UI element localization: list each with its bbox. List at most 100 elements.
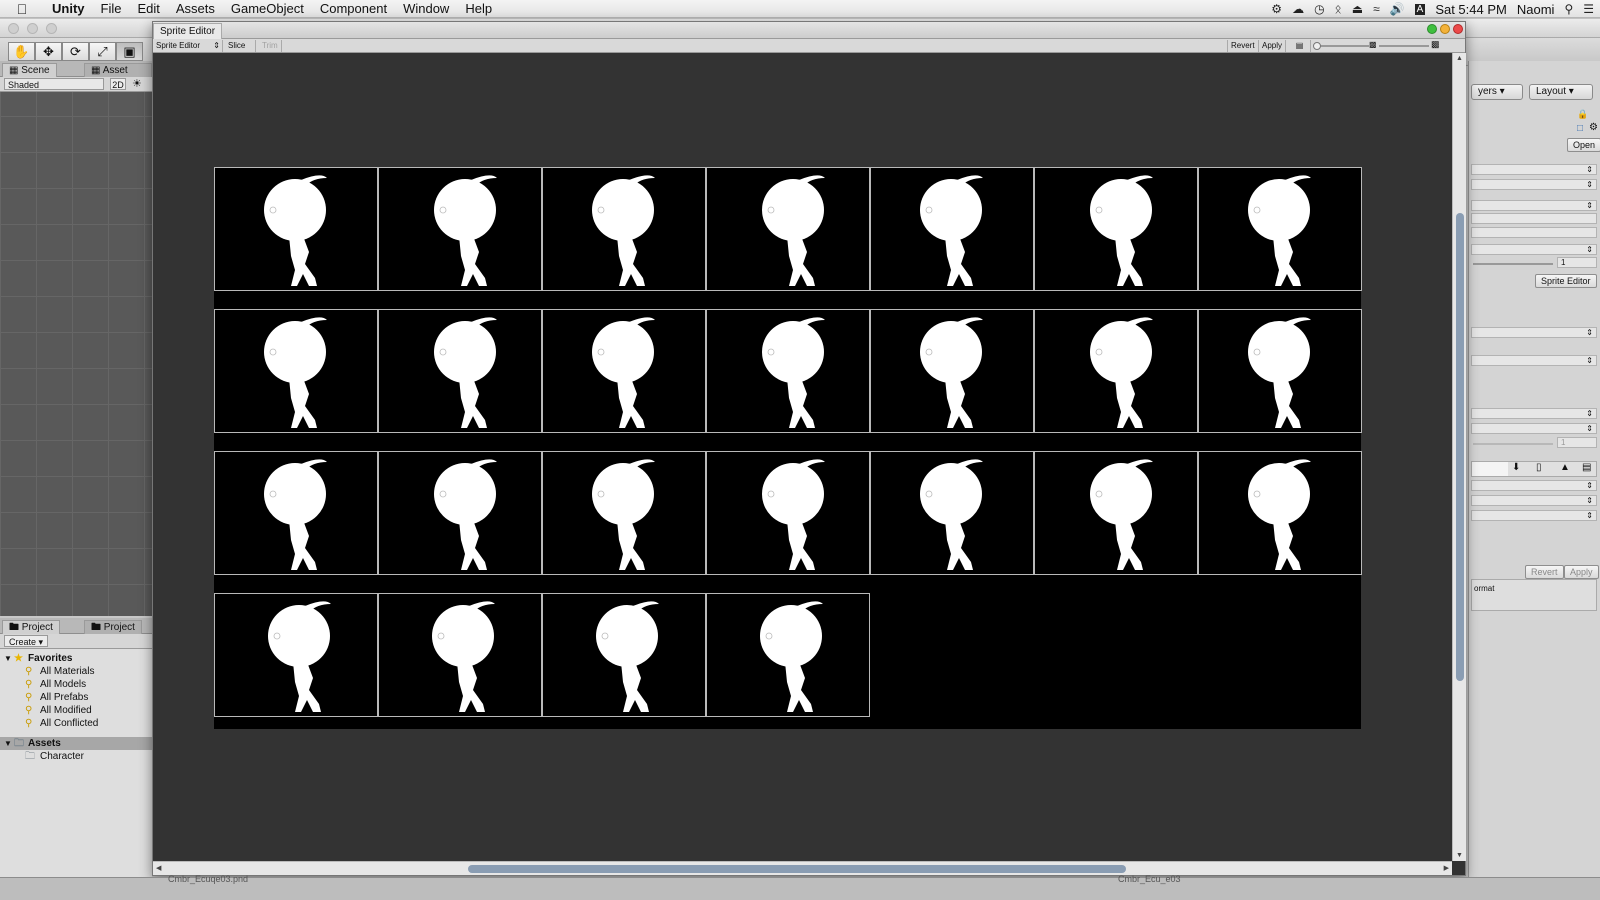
help-icon[interactable]: □ bbox=[1577, 123, 1583, 134]
expand-arrow-icon[interactable]: ▼ bbox=[4, 652, 12, 665]
sprite-frame[interactable] bbox=[378, 309, 542, 433]
move-tool-icon[interactable]: ✥ bbox=[35, 42, 62, 61]
scene-view[interactable] bbox=[0, 92, 152, 616]
vertical-scroll-thumb[interactable] bbox=[1456, 213, 1464, 681]
menu-component[interactable]: Component bbox=[312, 0, 395, 18]
sprite-canvas[interactable] bbox=[153, 53, 1452, 861]
mipmap-icon[interactable]: ▩ bbox=[1369, 40, 1377, 49]
sprite-frame[interactable] bbox=[378, 167, 542, 291]
sprite-frame[interactable] bbox=[1198, 167, 1362, 291]
apply-button[interactable]: Apply bbox=[1564, 565, 1599, 579]
scale-tool-icon[interactable]: ⤢ bbox=[89, 42, 116, 61]
mobile-icon[interactable]: ▯ bbox=[1536, 462, 1542, 473]
menu-window[interactable]: Window bbox=[395, 0, 457, 18]
assets-row[interactable]: ▼ 🗀 Assets bbox=[0, 737, 152, 750]
zoom-button[interactable] bbox=[46, 23, 57, 34]
sprite-frame[interactable] bbox=[1198, 451, 1362, 575]
texture-type-dropdown[interactable]: ⇕ bbox=[1471, 164, 1597, 175]
favorite-item[interactable]: ⚲ All Prefabs bbox=[0, 691, 152, 704]
tab-project[interactable]: 🖿 Project bbox=[2, 620, 60, 634]
tab-project-2[interactable]: 🖿 Project bbox=[84, 620, 142, 634]
zoom-slider-knob[interactable] bbox=[1313, 42, 1321, 50]
menu-assets[interactable]: Assets bbox=[168, 0, 223, 18]
revert-button[interactable]: Revert bbox=[1227, 40, 1259, 52]
slider-track[interactable] bbox=[1473, 263, 1553, 265]
aniso-level-field[interactable]: 1 bbox=[1557, 437, 1597, 448]
horizontal-scroll-thumb[interactable] bbox=[468, 865, 1126, 873]
apple-icon[interactable]:  bbox=[0, 1, 44, 17]
favorite-item[interactable]: ⚲ All Conflicted bbox=[0, 717, 152, 730]
compression-dropdown[interactable]: ⇕ bbox=[1471, 423, 1597, 434]
sprite-frame[interactable] bbox=[706, 167, 870, 291]
menu-app-name[interactable]: Unity bbox=[44, 0, 93, 18]
tab-asset-store[interactable]: ▦ Asset Store bbox=[84, 63, 152, 90]
sprite-frame[interactable] bbox=[1034, 451, 1198, 575]
favorites-row[interactable]: ▼ ★ Favorites bbox=[0, 652, 152, 665]
default-platform-tab[interactable] bbox=[1472, 462, 1508, 476]
sprite-editor-tab[interactable]: Sprite Editor bbox=[153, 23, 223, 39]
close-button[interactable] bbox=[8, 23, 19, 34]
search-icon[interactable]: ⚲ bbox=[1564, 2, 1573, 16]
sprite-frame[interactable] bbox=[542, 167, 706, 291]
bluetooth-icon[interactable]: ᛟ bbox=[1335, 2, 1342, 16]
apply-button[interactable]: Apply bbox=[1259, 40, 1287, 52]
scroll-right-arrow-icon[interactable]: ▶ bbox=[1444, 864, 1449, 872]
sprite-mode-dropdown[interactable]: ⇕ bbox=[1471, 179, 1597, 190]
sprite-frame[interactable] bbox=[542, 593, 706, 717]
vertical-scrollbar[interactable]: ▲ ▼ bbox=[1452, 53, 1466, 861]
menu-help[interactable]: Help bbox=[457, 0, 500, 18]
2d-toggle[interactable]: 2D bbox=[110, 78, 126, 90]
html5-icon[interactable]: ▤ bbox=[1582, 462, 1591, 473]
pivot-dropdown[interactable]: ⇕ bbox=[1471, 244, 1597, 255]
sprite-frame[interactable] bbox=[706, 309, 870, 433]
sprite-frame[interactable] bbox=[870, 167, 1034, 291]
slider-track[interactable] bbox=[1473, 443, 1553, 445]
sprite-frame[interactable] bbox=[1034, 167, 1198, 291]
download-icon[interactable]: ⬇ bbox=[1512, 462, 1520, 473]
menu-list-icon[interactable]: ☰ bbox=[1583, 2, 1594, 16]
menu-gameobject[interactable]: GameObject bbox=[223, 0, 312, 18]
close-button[interactable] bbox=[1453, 24, 1463, 34]
open-button[interactable]: Open bbox=[1567, 138, 1600, 152]
sprite-frame[interactable] bbox=[214, 167, 378, 291]
slice-dropdown[interactable]: Slice ⇕ bbox=[225, 40, 256, 62]
alpha-toggle-icon[interactable]: ▤ bbox=[1289, 40, 1311, 52]
time-machine-icon[interactable]: ◷ bbox=[1314, 2, 1324, 16]
zoom-button[interactable] bbox=[1440, 24, 1450, 34]
clock[interactable]: Sat 5:44 PM bbox=[1435, 2, 1507, 17]
favorite-item[interactable]: ⚲ All Materials bbox=[0, 665, 152, 678]
sprite-frame[interactable] bbox=[1198, 309, 1362, 433]
sprite-frame[interactable] bbox=[870, 451, 1034, 575]
mip-large-icon[interactable]: ▩ bbox=[1431, 39, 1440, 50]
expand-arrow-icon[interactable]: ▼ bbox=[4, 737, 12, 750]
inspector-field[interactable] bbox=[1471, 227, 1597, 238]
sprite-frame[interactable] bbox=[1034, 309, 1198, 433]
user-name[interactable]: Naomi bbox=[1517, 2, 1555, 17]
eject-icon[interactable]: ⏏ bbox=[1352, 2, 1363, 16]
sprite-frame[interactable] bbox=[706, 451, 870, 575]
sprite-frame[interactable] bbox=[378, 593, 542, 717]
inspector-field[interactable] bbox=[1471, 213, 1597, 224]
wifi-icon[interactable]: ≈ bbox=[1373, 2, 1380, 16]
lighting-toggle-icon[interactable]: ☀ bbox=[132, 77, 142, 90]
favorite-item[interactable]: ⚲ All Modified bbox=[0, 704, 152, 717]
sprite-frame[interactable] bbox=[378, 451, 542, 575]
shading-mode-dropdown[interactable]: Shaded bbox=[4, 78, 104, 90]
minimize-button[interactable] bbox=[1427, 24, 1437, 34]
sprite-frame[interactable] bbox=[214, 451, 378, 575]
input-source-icon[interactable]: A bbox=[1414, 3, 1426, 15]
scroll-down-arrow-icon[interactable]: ▼ bbox=[1456, 852, 1463, 859]
rect-tool-icon[interactable]: ▣ bbox=[116, 42, 143, 61]
filter-mode-dropdown[interactable]: ⇕ bbox=[1471, 327, 1597, 338]
sprite-frame[interactable] bbox=[706, 593, 870, 717]
rotate-tool-icon[interactable]: ⟳ bbox=[62, 42, 89, 61]
create-dropdown[interactable]: Create ▾ bbox=[4, 635, 49, 647]
sprite-frame[interactable] bbox=[870, 309, 1034, 433]
sprite-sheet[interactable] bbox=[214, 167, 1362, 729]
packing-tag-field[interactable]: ⇕ bbox=[1471, 200, 1597, 211]
notification-icon[interactable]: ⚙ bbox=[1271, 2, 1282, 16]
layout-dropdown[interactable]: Layout ▾ bbox=[1529, 84, 1593, 100]
zoom-slider-track[interactable] bbox=[1317, 45, 1369, 47]
wrap-mode-dropdown[interactable]: ⇕ bbox=[1471, 355, 1597, 366]
max-size-dropdown[interactable]: ⇕ bbox=[1471, 480, 1597, 491]
